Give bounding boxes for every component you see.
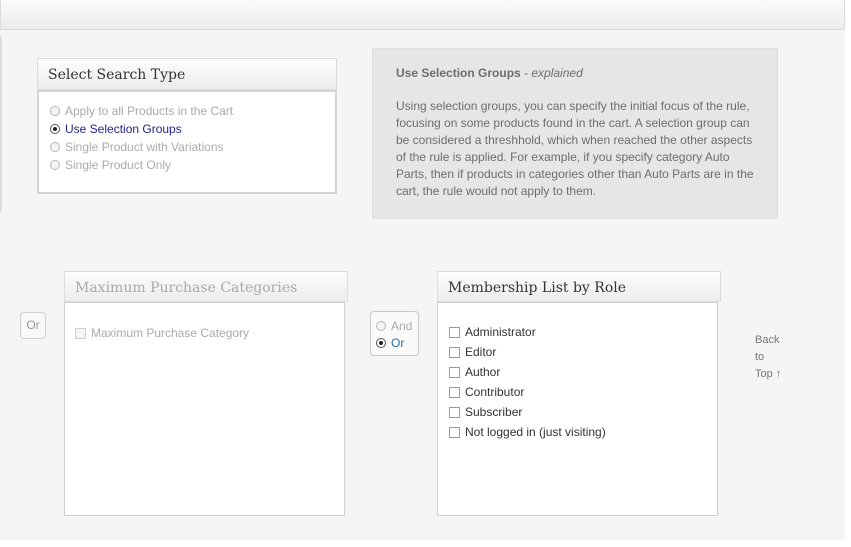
role-contributor[interactable]: Contributor bbox=[449, 385, 524, 399]
and-or-toggle: And Or bbox=[370, 311, 419, 356]
role-not-logged-in-label: Not logged in (just visiting) bbox=[465, 425, 606, 439]
max-purchase-item[interactable]: Maximum Purchase Category bbox=[75, 326, 249, 340]
option-all-products[interactable]: Apply to all Products in the Cart bbox=[50, 104, 233, 118]
and-option[interactable]: And bbox=[376, 319, 412, 333]
role-editor-label: Editor bbox=[465, 345, 497, 359]
max-purchase-header: Maximum Purchase Categories bbox=[64, 271, 348, 302]
role-administrator[interactable]: Administrator bbox=[449, 325, 536, 339]
role-author[interactable]: Author bbox=[449, 365, 500, 379]
role-not-logged-in[interactable]: Not logged in (just visiting) bbox=[449, 425, 606, 439]
role-contributor-label: Contributor bbox=[465, 385, 525, 399]
role-subscriber[interactable]: Subscriber bbox=[449, 405, 522, 419]
role-author-label: Author bbox=[465, 365, 501, 379]
search-type-header: Select Search Type bbox=[37, 58, 337, 90]
or-radio[interactable] bbox=[376, 338, 386, 348]
back-to-top-line1: Back bbox=[755, 334, 780, 346]
option-selection-groups[interactable]: Use Selection Groups bbox=[50, 122, 182, 136]
bottom-edge bbox=[0, 540, 851, 547]
or-label: Or bbox=[391, 336, 405, 350]
membership-title: Membership List by Role bbox=[448, 280, 627, 296]
radio-single-only[interactable] bbox=[50, 160, 60, 170]
role-author-checkbox[interactable] bbox=[449, 366, 460, 378]
and-radio[interactable] bbox=[376, 321, 386, 331]
explain-panel: Use Selection Groups - explained Using s… bbox=[372, 48, 778, 219]
max-purchase-title: Maximum Purchase Categories bbox=[75, 280, 298, 296]
role-administrator-label: Administrator bbox=[465, 325, 536, 339]
left-divider bbox=[0, 36, 2, 212]
explain-subtitle: - explained bbox=[520, 66, 583, 80]
radio-selection-groups[interactable] bbox=[50, 124, 60, 134]
top-bar bbox=[0, 0, 845, 30]
role-editor-checkbox[interactable] bbox=[449, 346, 460, 358]
right-edge bbox=[845, 0, 851, 547]
radio-all-products[interactable] bbox=[50, 106, 60, 116]
back-to-top-line3: Top ↑ bbox=[755, 368, 782, 380]
role-subscriber-label: Subscriber bbox=[465, 405, 523, 419]
option-all-products-label: Apply to all Products in the Cart bbox=[65, 104, 234, 118]
membership-header: Membership List by Role bbox=[437, 271, 721, 302]
role-contributor-checkbox[interactable] bbox=[449, 386, 460, 398]
and-label: And bbox=[391, 319, 413, 333]
role-administrator-checkbox[interactable] bbox=[449, 326, 460, 338]
back-to-top-line2: to bbox=[755, 351, 765, 363]
max-purchase-panel: Maximum Purchase Category bbox=[64, 302, 345, 516]
role-subscriber-checkbox[interactable] bbox=[449, 406, 460, 418]
or-button[interactable]: Or bbox=[20, 312, 46, 339]
option-single-variations[interactable]: Single Product with Variations bbox=[50, 140, 224, 154]
explain-title-text: Use Selection Groups bbox=[396, 66, 521, 80]
role-editor[interactable]: Editor bbox=[449, 345, 496, 359]
option-single-only[interactable]: Single Product Only bbox=[50, 158, 171, 172]
explain-title: Use Selection Groups - explained bbox=[396, 66, 583, 80]
max-purchase-checkbox[interactable] bbox=[75, 327, 86, 339]
max-purchase-item-label: Maximum Purchase Category bbox=[91, 326, 250, 340]
role-not-logged-in-checkbox[interactable] bbox=[449, 426, 460, 438]
or-option[interactable]: Or bbox=[376, 336, 404, 350]
back-to-top-link[interactable]: Back to Top ↑ bbox=[755, 332, 781, 383]
option-single-variations-label: Single Product with Variations bbox=[65, 140, 224, 154]
search-type-title: Select Search Type bbox=[48, 67, 186, 83]
option-single-only-label: Single Product Only bbox=[65, 158, 172, 172]
explain-text: Using selection groups, you can specify … bbox=[396, 99, 754, 198]
membership-panel: Administrator Editor Author Contributor … bbox=[437, 302, 718, 516]
radio-single-variations[interactable] bbox=[50, 142, 60, 152]
search-type-panel: Apply to all Products in the Cart Use Se… bbox=[37, 90, 337, 194]
option-selection-groups-label: Use Selection Groups bbox=[65, 122, 182, 136]
